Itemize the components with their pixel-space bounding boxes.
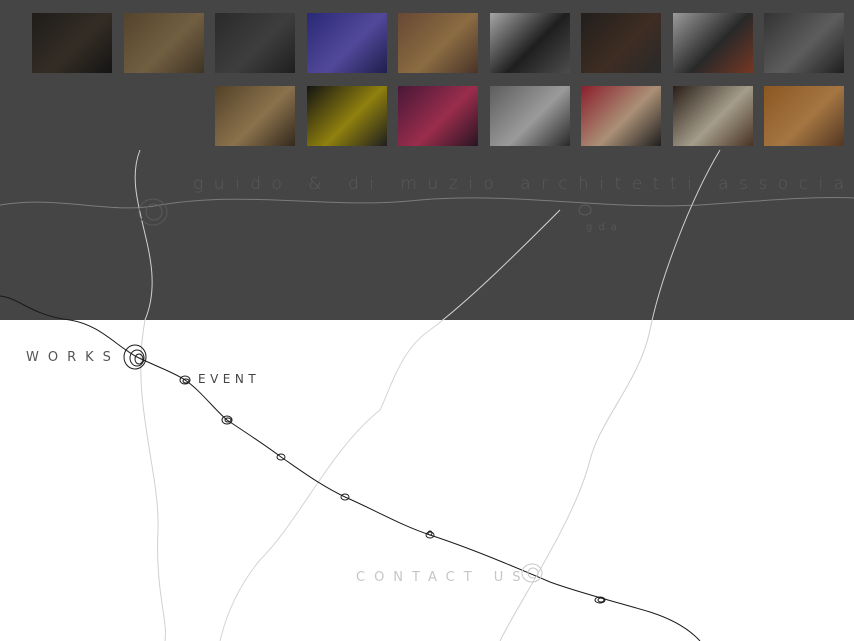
thumb-black-pattern[interactable]	[489, 13, 570, 73]
thumb-warm-room[interactable]	[123, 13, 204, 73]
thumb-white-sculpture[interactable]	[672, 86, 753, 146]
thumb-portrait[interactable]	[489, 86, 570, 146]
header-panel: guido & di muzio architetti associati gd…	[0, 0, 854, 320]
thumb-yellow-rays[interactable]	[306, 86, 387, 146]
nav-contact-us[interactable]: CONTACT US	[356, 570, 530, 585]
thumb-dark-table[interactable]	[581, 13, 661, 73]
thumb-orange-panel[interactable]	[764, 86, 844, 146]
thread-knot	[123, 344, 147, 370]
thread-knot	[425, 530, 435, 539]
thumb-round-mirror[interactable]	[32, 13, 112, 73]
thumb-curtain[interactable]	[764, 13, 844, 73]
brand-name: guido & di muzio architetti associati	[193, 174, 854, 194]
thread-knot	[340, 493, 350, 501]
thumb-red-vase[interactable]	[581, 86, 661, 146]
brand-subtitle: gda	[586, 222, 623, 233]
thumb-pink-flowers[interactable]	[398, 86, 478, 146]
thread-knot	[179, 375, 191, 385]
thread-knot	[221, 415, 233, 425]
nav-event[interactable]: EVENT	[198, 372, 260, 386]
thread-knot	[594, 596, 606, 604]
nav-works[interactable]: WORKS	[26, 350, 120, 365]
thumb-statue[interactable]	[215, 86, 295, 146]
thread-knot	[276, 453, 286, 461]
thumb-shelves[interactable]	[215, 13, 295, 73]
thumb-yellow-wall[interactable]	[398, 13, 478, 73]
thumb-red-bottles[interactable]	[672, 13, 753, 73]
thumb-blue-light[interactable]	[306, 13, 387, 73]
main-thread	[0, 295, 701, 641]
